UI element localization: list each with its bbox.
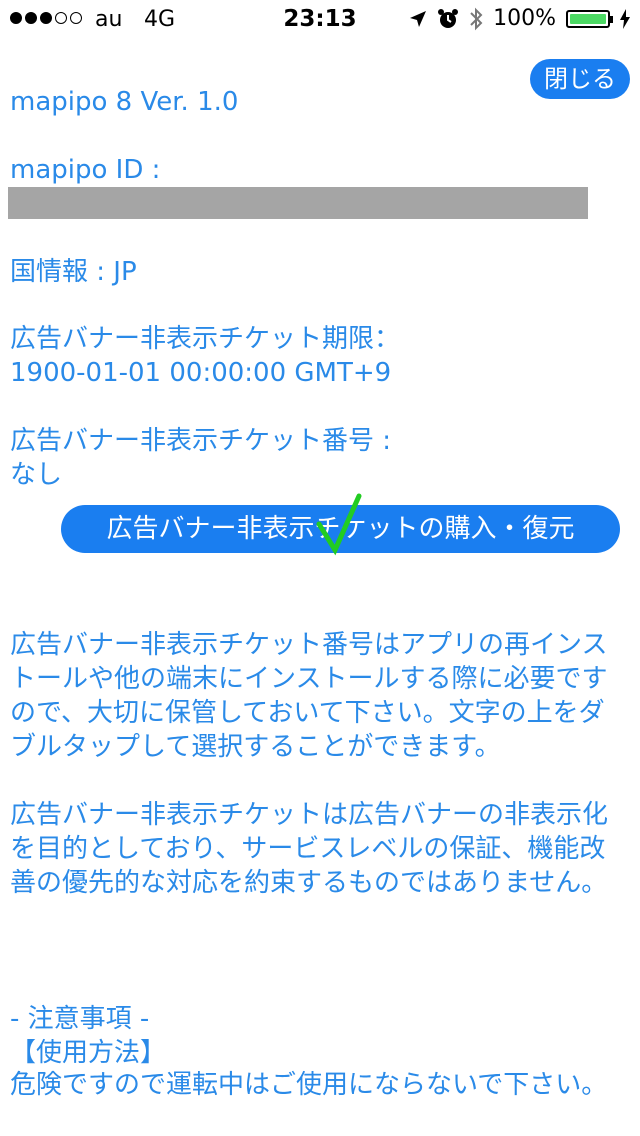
alarm-clock-icon (438, 8, 459, 28)
battery-icon (566, 9, 613, 28)
status-bar: au 4G 23:13 100% (0, 0, 640, 40)
usage-heading: 【使用方法】 (10, 1038, 167, 1068)
country-info: 国情報 : JP (10, 257, 137, 287)
mapipo-id-label: mapipo ID : (10, 155, 161, 185)
battery-percentage: 100% (493, 6, 556, 31)
bluetooth-icon (470, 7, 483, 30)
ticket-number-label: 広告バナー非表示チケット番号 : (10, 426, 392, 456)
screen: au 4G 23:13 100% 閉じる mapipo 8 Ver. 1.0 m… (0, 0, 640, 1136)
status-right-group: 100% (409, 6, 630, 31)
ticket-expiry-value: 1900-01-01 00:00:00 GMT+9 (10, 358, 392, 388)
app-version-label: mapipo 8 Ver. 1.0 (10, 87, 239, 117)
notes-paragraph-1: 広告バナー非表示チケット番号はアプリの再インストールや他の端末にインストールする… (10, 630, 608, 762)
charging-bolt-icon (620, 8, 630, 29)
location-arrow-icon (410, 10, 427, 27)
usage-text: 危険ですので運転中はご使用にならないで下さい。 (10, 1070, 608, 1100)
ticket-number-value[interactable]: なし (10, 458, 630, 492)
checkmark-icon (316, 493, 362, 556)
mapipo-id-redacted (8, 187, 588, 219)
caution-heading: - 注意事項 - (10, 1004, 150, 1034)
ticket-expiry-label: 広告バナー非表示チケット期限： (10, 324, 401, 354)
notes-paragraph-2: 広告バナー非表示チケットは広告バナーの非表示化を目的としており、サービスレベルの… (10, 800, 609, 898)
